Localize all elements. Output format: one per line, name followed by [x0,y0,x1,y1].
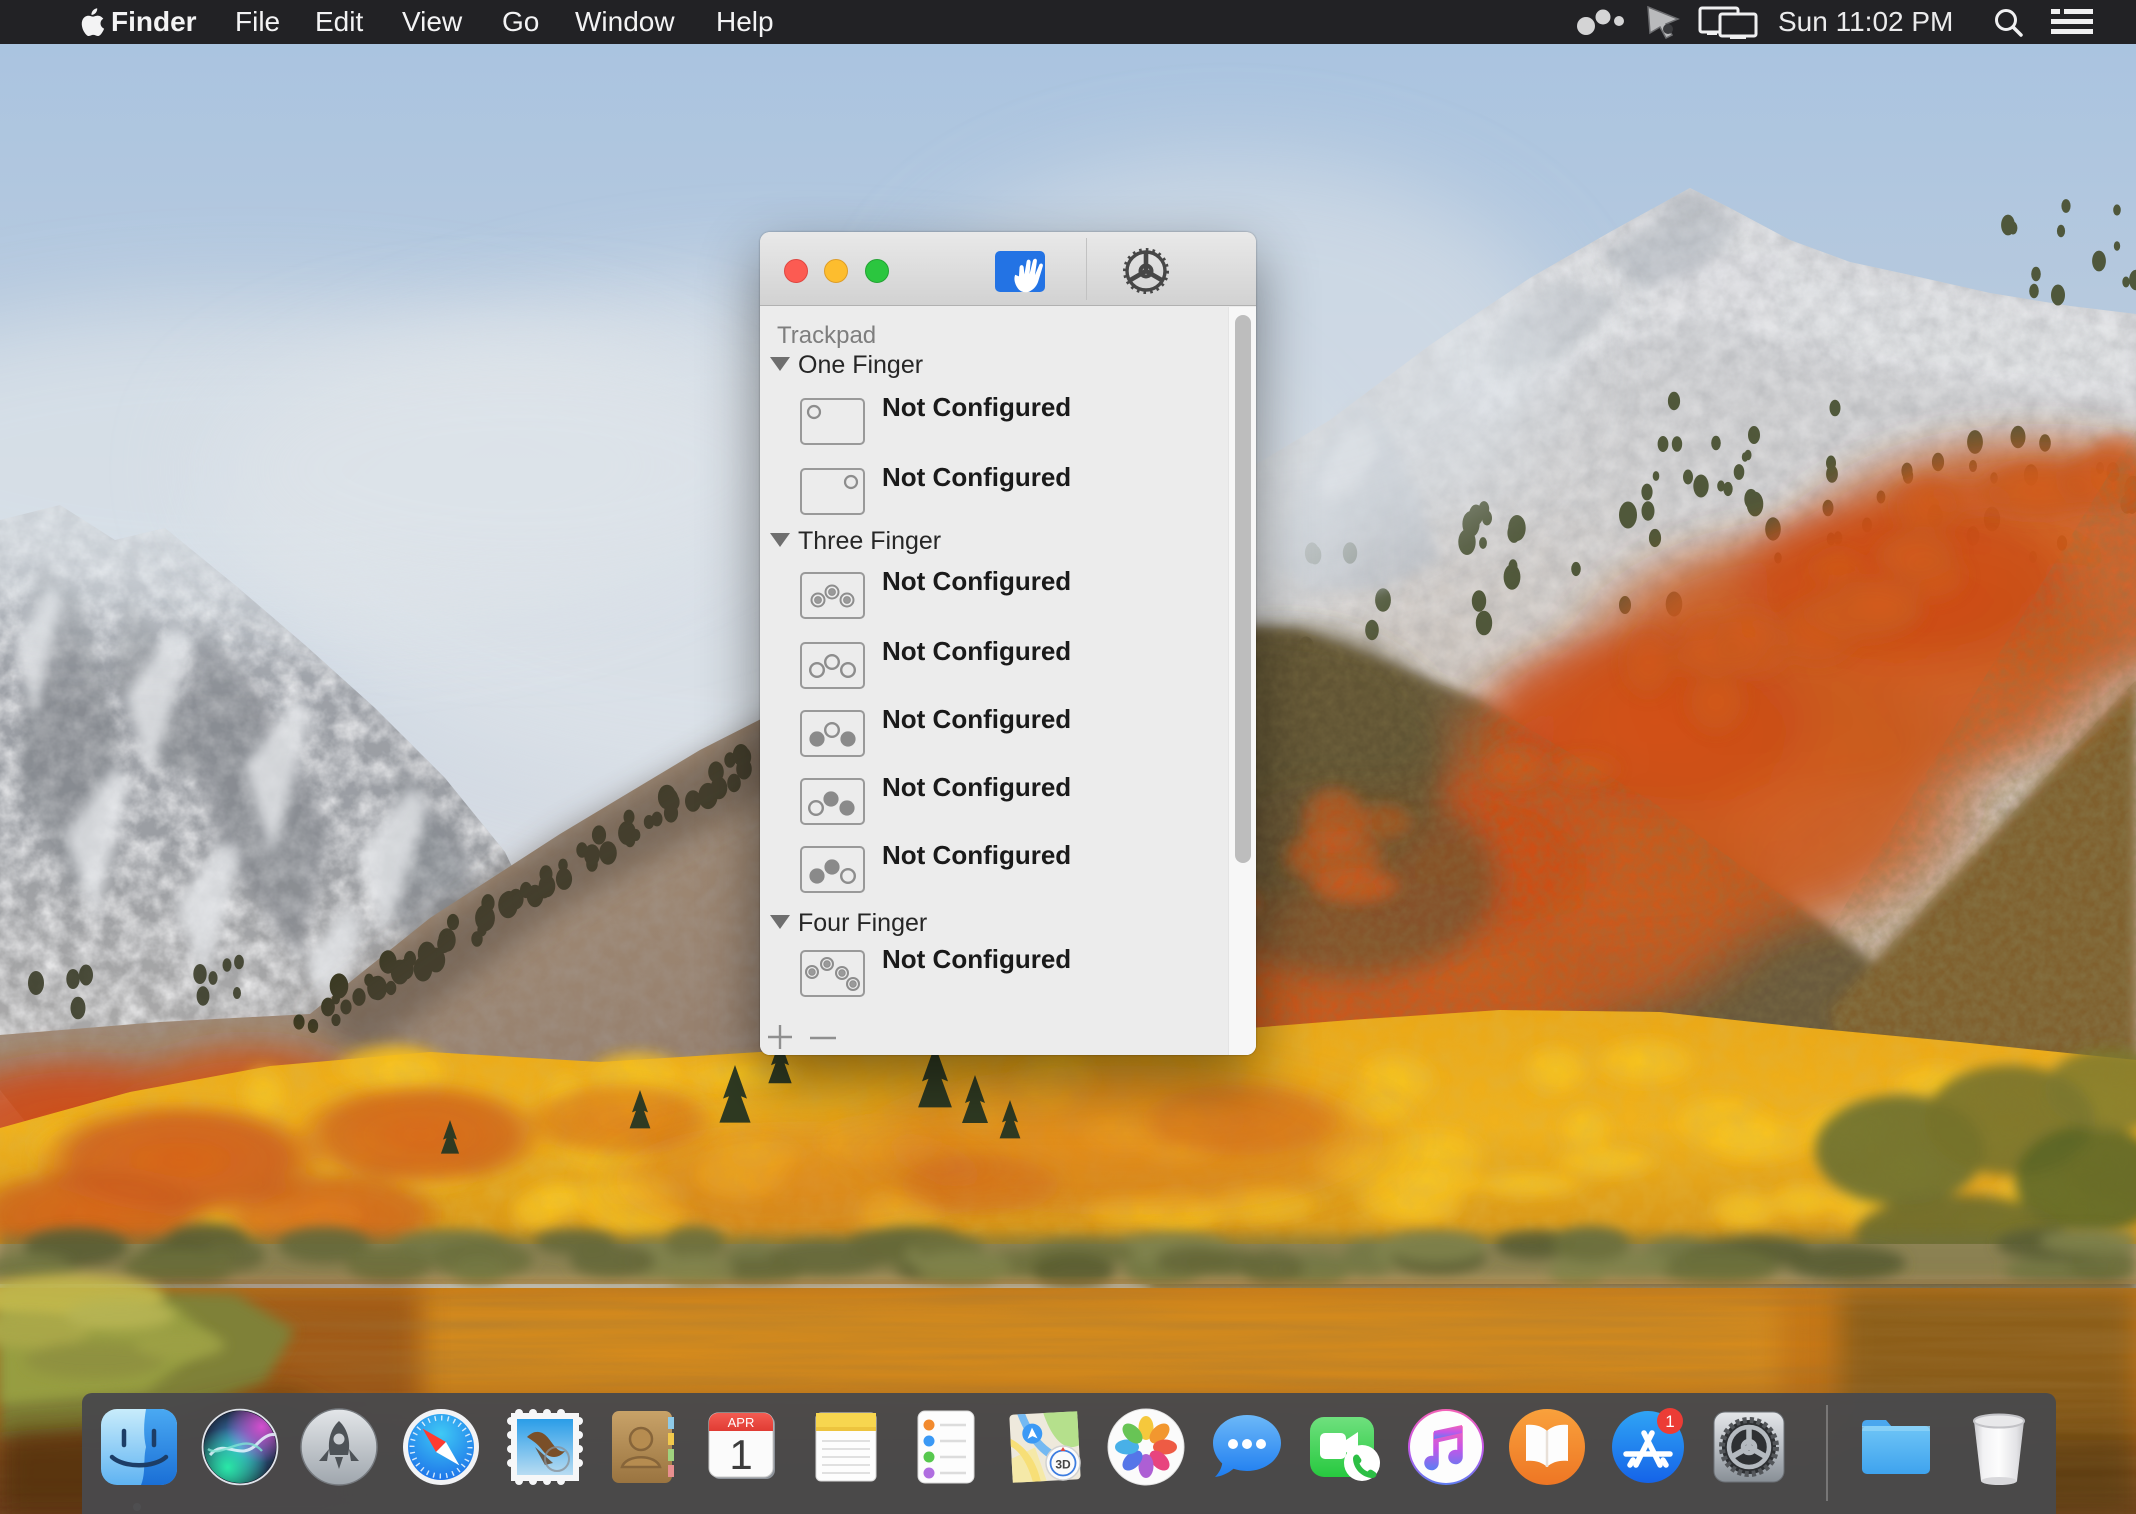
svg-text:1: 1 [1665,1412,1674,1431]
svg-text:1: 1 [729,1431,752,1478]
svg-text:3D: 3D [1055,1458,1071,1472]
svg-text:APR: APR [728,1415,755,1430]
